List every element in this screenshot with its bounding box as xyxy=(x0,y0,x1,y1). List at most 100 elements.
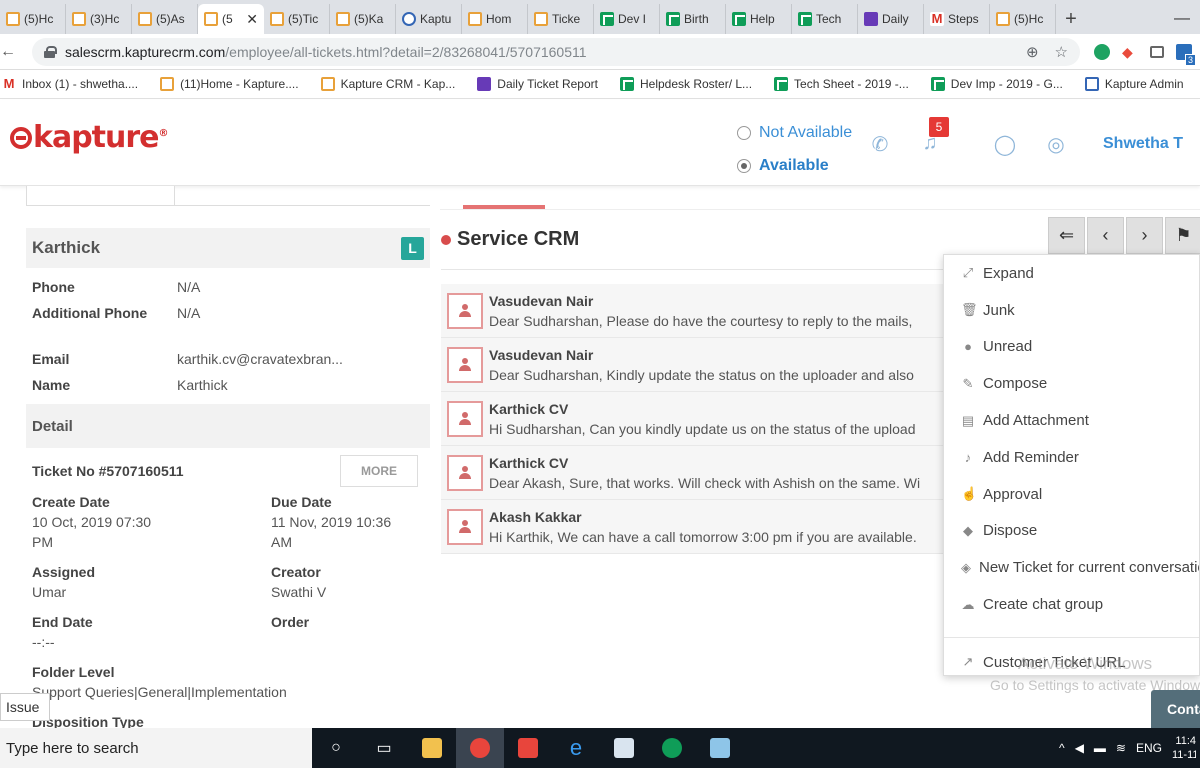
browser-tab[interactable]: (5)As xyxy=(132,4,198,34)
browser-tab[interactable]: Help xyxy=(726,4,792,34)
input-language[interactable]: ENG xyxy=(1136,741,1162,755)
issue-tag[interactable]: Issue xyxy=(0,693,50,721)
url-omnibox[interactable]: salescrm.kapturecrm.com/employee/all-tic… xyxy=(32,37,1080,66)
grammarly-extension-icon[interactable] xyxy=(1094,43,1110,60)
conversation-item[interactable]: Vasudevan Nair Dear Sudharshan, Kindly up… xyxy=(441,338,961,392)
bookmark-item[interactable]: Dev Imp - 2019 - G... xyxy=(930,77,1063,91)
browser-tab[interactable]: Tech xyxy=(792,4,858,34)
conversation-item[interactable]: Akash Kakkar Hi Karthik, We can have a ca… xyxy=(441,500,961,554)
conversation-snippet: Dear Akash, Sure, that works. Will check… xyxy=(489,474,921,491)
browser-tab[interactable]: Hom xyxy=(462,4,528,34)
file-explorer-icon[interactable] xyxy=(408,728,456,768)
tab-label: Kaptu xyxy=(420,12,452,26)
cortana-icon[interactable]: ○ xyxy=(312,728,360,768)
browser-tab[interactable]: Birth xyxy=(660,4,726,34)
browser-tab[interactable]: Ticke xyxy=(528,4,594,34)
battery-icon[interactable]: ▬ xyxy=(1094,741,1106,755)
bookmark-item[interactable]: (11)Home - Kapture.... xyxy=(160,77,299,91)
previous-button[interactable]: ‹ xyxy=(1087,217,1124,254)
bookmark-item[interactable]: Kapture Admin xyxy=(1084,77,1184,91)
kapture-logo[interactable]: kapture® xyxy=(10,120,169,155)
menu-item-label: Junk xyxy=(983,301,1015,319)
chats-icon[interactable]: ◎ xyxy=(1044,132,1068,156)
conversation-author: Akash Kakkar xyxy=(489,508,582,525)
next-button[interactable]: › xyxy=(1126,217,1163,254)
volume-icon[interactable]: ◀ xyxy=(1075,741,1084,755)
paint-icon[interactable] xyxy=(600,728,648,768)
taskbar-search-box[interactable]: Type here to search xyxy=(0,728,312,768)
tab-label: Tech xyxy=(816,12,842,26)
extension-badge: 3 xyxy=(1184,53,1196,66)
bookmark-item[interactable]: Kapture CRM - Kap... xyxy=(320,77,455,91)
menu-item-compose[interactable]: ✎ Compose xyxy=(944,365,1199,402)
tab-conversation-active[interactable] xyxy=(463,186,545,209)
notes-app-icon[interactable] xyxy=(696,728,744,768)
kapture-favicon-icon xyxy=(160,77,175,91)
browser-tab[interactable]: (5)Tic xyxy=(264,4,330,34)
menu-item-add-attachment[interactable]: ▤ Add Attachment xyxy=(944,402,1199,439)
tags-menu-button[interactable]: ⚑ xyxy=(1165,217,1200,254)
chat-bubble-icon[interactable]: ◯ xyxy=(993,132,1017,156)
first-arrow-button[interactable]: ⇐ xyxy=(1048,217,1085,254)
cast-extension-icon[interactable] xyxy=(1150,45,1164,58)
wifi-icon[interactable]: ≋ xyxy=(1116,741,1126,755)
browser-tab[interactable]: (5)Hc xyxy=(0,4,66,34)
browser-tab[interactable]: M Steps xyxy=(924,4,990,34)
status-available[interactable]: Available xyxy=(737,149,852,182)
contact-button[interactable]: Contact xyxy=(1151,690,1200,728)
user-name[interactable]: Shwetha T xyxy=(1103,135,1183,153)
conversation-item[interactable]: Karthick CV Dear Akash, Sure, that works.… xyxy=(441,446,961,500)
status-not-available[interactable]: Not Available xyxy=(737,116,852,149)
browser-tab[interactable]: (5 ✕ xyxy=(198,4,264,34)
edit-icon: ✎ xyxy=(962,375,974,391)
ticket-nav-buttons: ⇐ ‹ › ⚑ xyxy=(1048,217,1200,254)
bookmark-star-icon[interactable]: ☆ xyxy=(1055,43,1068,61)
browser-tab[interactable]: Kaptu xyxy=(396,4,462,34)
menu-item-junk[interactable]: 🗑 Junk xyxy=(944,292,1199,329)
anydesk-icon[interactable] xyxy=(504,728,552,768)
browser-tab[interactable]: (3)Hc xyxy=(66,4,132,34)
menu-item-new-ticket-for-current-conversation[interactable]: ◈ New Ticket for current conversation xyxy=(944,549,1199,586)
browser-tab[interactable]: Dev I xyxy=(594,4,660,34)
edge-icon[interactable]: e xyxy=(552,728,600,768)
menu-item-dispose[interactable]: ◆ Dispose xyxy=(944,513,1199,550)
trash-icon: 🗑 xyxy=(961,302,978,318)
hangouts-icon[interactable] xyxy=(648,728,696,768)
menu-item-add-reminder[interactable]: ♪ Add Reminder xyxy=(944,439,1199,476)
more-button[interactable]: MORE xyxy=(340,455,418,487)
conversation-item[interactable]: Karthick CV Hi Sudharshan, Can you kindly… xyxy=(441,392,961,446)
system-clock[interactable]: 11:4 11-11- xyxy=(1172,734,1196,762)
kapture-extension-icon[interactable]: 3 xyxy=(1176,43,1196,66)
conversation-item[interactable]: Vasudevan Nair Dear Sudharshan, Please do… xyxy=(441,284,961,338)
bookmark-item[interactable]: Helpdesk Roster/ L... xyxy=(619,77,752,91)
task-view-icon[interactable]: ▭ xyxy=(360,728,408,768)
browser-tab[interactable]: Daily xyxy=(858,4,924,34)
menu-item-label: Unread xyxy=(983,338,1033,356)
chevron-up-icon[interactable]: ^ xyxy=(1059,741,1065,755)
radio-not-available[interactable] xyxy=(737,125,751,140)
extension-diamond-icon[interactable]: ◆ xyxy=(1122,44,1138,60)
system-tray: ^ ◀ ▬ ≋ ENG 11:4 11-11- xyxy=(1059,734,1200,762)
bookmark-item[interactable]: M Inbox (1) - shwetha.... xyxy=(2,77,138,91)
menu-item-unread[interactable]: ● Unread xyxy=(944,329,1199,366)
avatar xyxy=(447,508,483,545)
menu-item-expand[interactable]: ⤢ Expand xyxy=(944,255,1199,292)
back-icon[interactable]: ← xyxy=(0,43,18,61)
bell-icon: ♪ xyxy=(964,449,972,465)
bookmark-item[interactable]: Daily Ticket Report xyxy=(477,77,598,91)
chrome-icon[interactable] xyxy=(456,728,504,768)
radio-available[interactable] xyxy=(737,158,751,173)
new-tab-button[interactable]: + xyxy=(1056,4,1086,34)
browser-tab[interactable]: (5)Hc xyxy=(990,4,1056,34)
sheets-favicon-icon xyxy=(798,12,812,26)
menu-item-approval[interactable]: ☝ Approval xyxy=(944,476,1199,513)
browser-tab[interactable]: (5)Ka xyxy=(330,4,396,34)
tab-customer-detail[interactable] xyxy=(26,186,175,206)
phone-call-icon[interactable]: ✆ xyxy=(868,132,892,156)
minimize-window-icon[interactable]: — xyxy=(1174,4,1200,34)
url-text[interactable]: salescrm.kapturecrm.com/employee/all-tic… xyxy=(65,44,587,60)
bookmark-item[interactable]: Tech Sheet - 2019 -... xyxy=(774,77,909,91)
menu-item-create-chat-group[interactable]: ☁ Create chat group xyxy=(944,586,1199,623)
zoom-icon[interactable]: ⊕ xyxy=(1026,43,1039,61)
close-tab-icon[interactable]: ✕ xyxy=(246,11,258,28)
